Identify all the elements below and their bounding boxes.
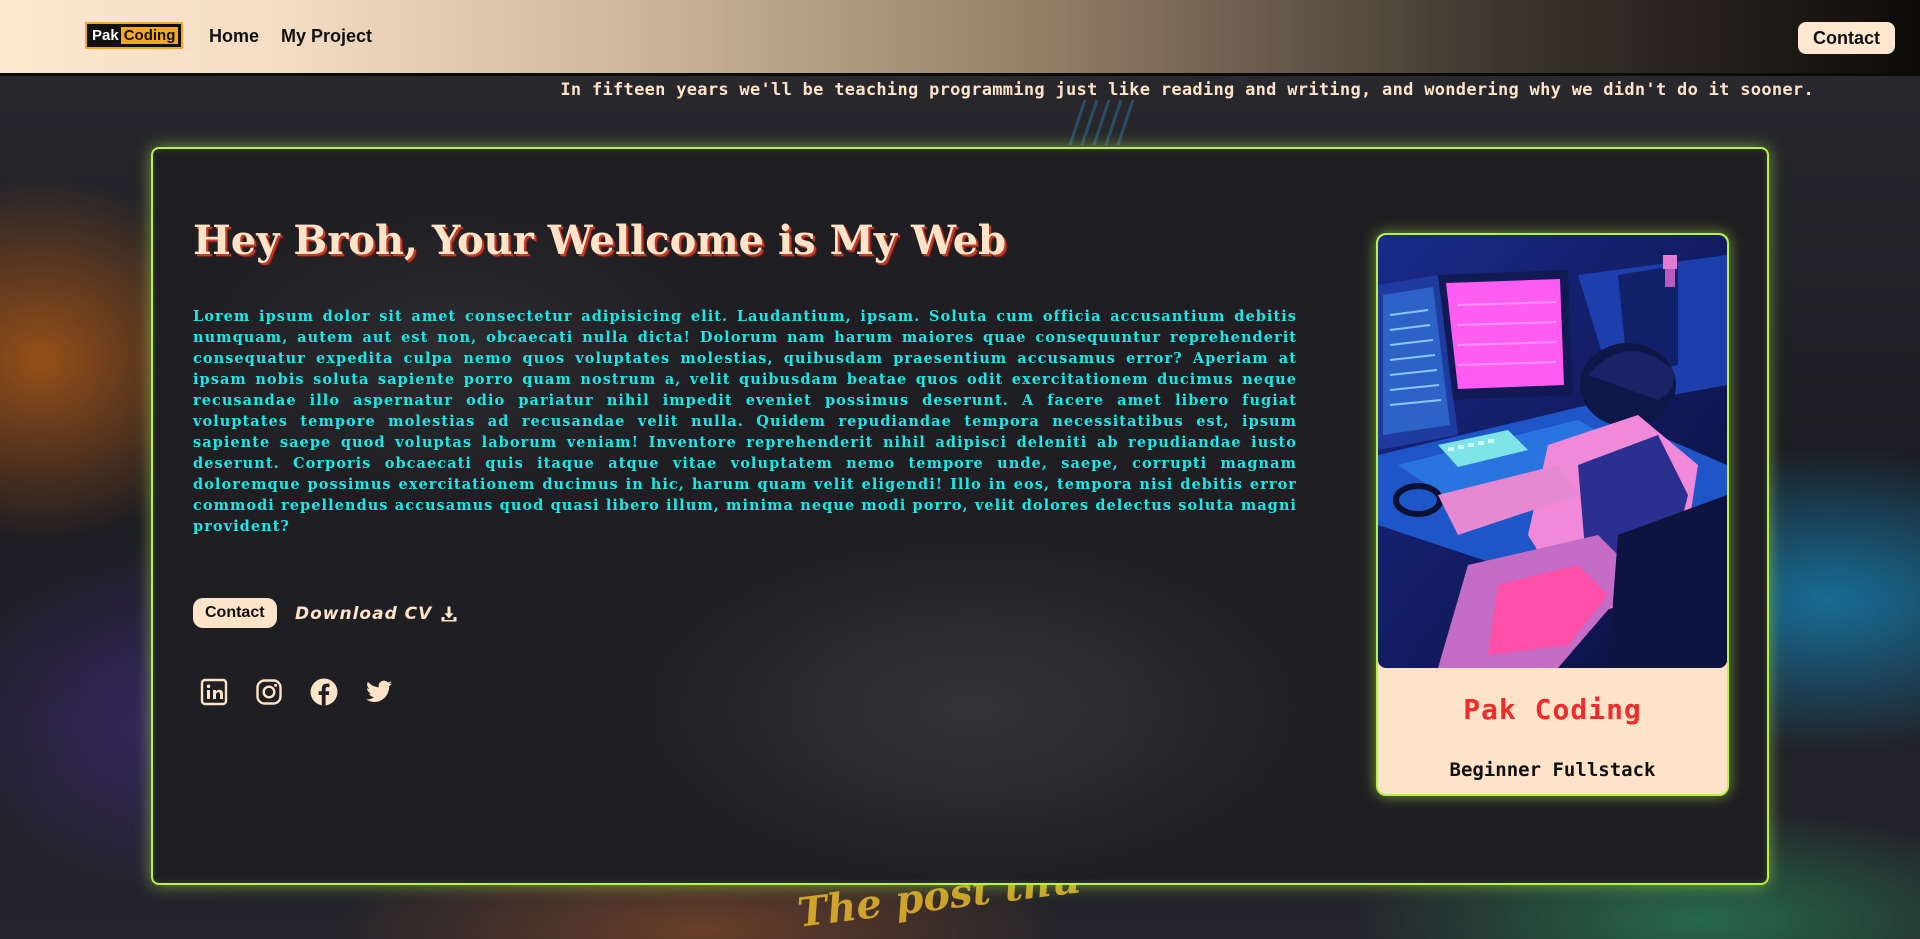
download-cv-label: Download CV (295, 604, 433, 624)
nav-link-home[interactable]: Home (209, 26, 259, 47)
profile-card: Pak Coding Beginner Fullstack (1376, 233, 1729, 796)
navbar: Pak Coding Home My Project Contact (0, 0, 1920, 76)
twitter-icon[interactable] (364, 677, 394, 707)
social-links (199, 677, 394, 707)
hero-card: Hey Broh, Your Wellcome is My Web Lorem … (151, 147, 1769, 885)
hero-title: Hey Broh, Your Wellcome is My Web (193, 217, 1007, 264)
contact-button[interactable]: Contact (193, 598, 277, 628)
nav-contact-button[interactable]: Contact (1798, 22, 1895, 54)
facebook-icon[interactable] (309, 677, 339, 707)
linkedin-icon[interactable] (199, 677, 229, 707)
profile-name: Pak Coding (1463, 693, 1642, 726)
hero-description: Lorem ipsum dolor sit amet consectetur a… (193, 308, 1297, 535)
quote-text: In fifteen years we'll be teaching progr… (560, 80, 1814, 100)
nav-link-my-project[interactable]: My Project (281, 26, 372, 47)
logo-text-coding: Coding (120, 27, 179, 44)
instagram-icon[interactable] (254, 677, 284, 707)
profile-image (1378, 235, 1727, 668)
logo[interactable]: Pak Coding (85, 22, 184, 49)
download-cv-button[interactable]: Download CV (295, 601, 458, 627)
logo-text-pak: Pak (92, 27, 119, 44)
profile-role: Beginner Fullstack (1449, 759, 1656, 781)
download-icon (441, 606, 457, 622)
